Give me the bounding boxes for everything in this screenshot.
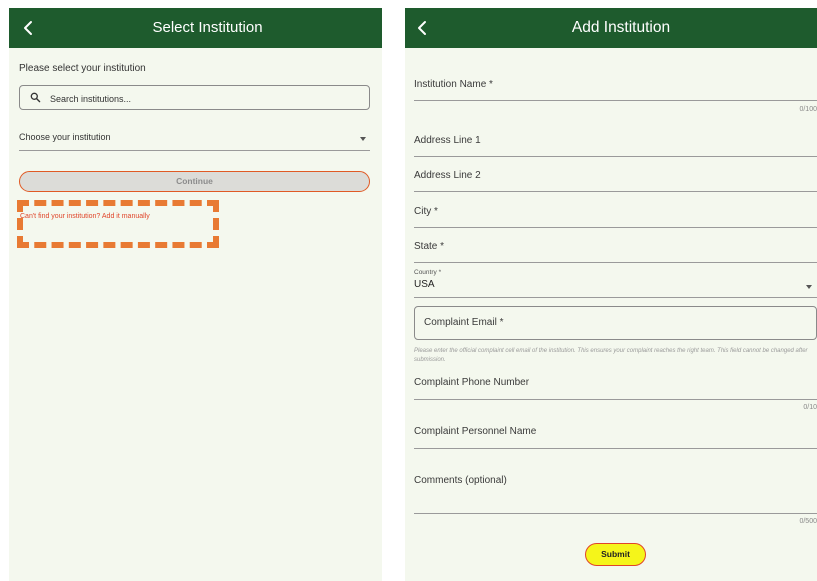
select-prompt: Please select your institution [19,63,146,74]
page-title: Add Institution [571,19,671,36]
page-title: Select Institution [152,19,263,36]
complaint-email-field[interactable]: Complaint Email * [414,306,817,340]
city-field[interactable]: City * [414,206,438,217]
complaint-personnel-field[interactable]: Complaint Personnel Name [414,426,536,437]
add-institution-screen: Add Institution Institution Name * 0/100… [405,8,817,581]
country-select[interactable]: USA [414,279,435,290]
continue-button[interactable]: Continue [19,171,370,192]
comments-underline [414,513,817,514]
complaint-phone-field[interactable]: Complaint Phone Number [414,377,529,388]
complaint-phone-counter: 0/10 [803,404,817,411]
institution-name-counter: 0/100 [799,106,817,113]
country-label: Country * [414,269,442,276]
add-manually-link[interactable]: Can't find your institution? Add it manu… [20,213,150,220]
search-input[interactable] [48,89,352,109]
caret-down-icon[interactable] [806,285,812,289]
state-field[interactable]: State * [414,241,444,252]
comments-counter: 0/500 [799,518,817,525]
complaint-phone-underline [414,399,817,400]
state-underline [414,262,817,263]
caret-down-icon [360,137,366,141]
app-bar: Add Institution [405,8,817,48]
submit-button[interactable]: Submit [585,543,646,566]
institution-name-underline [414,100,817,101]
comments-field[interactable]: Comments (optional) [414,475,507,486]
select-institution-screen: Select Institution Please select your in… [9,8,382,581]
address-line-1-underline [414,156,817,157]
complaint-personnel-underline [414,448,817,449]
address-line-2-underline [414,191,817,192]
address-line-1-field[interactable]: Address Line 1 [414,135,481,146]
dropdown-value: Choose your institution [19,132,111,142]
city-underline [414,227,817,228]
institution-dropdown[interactable]: Choose your institution [19,128,370,151]
app-bar: Select Institution [9,8,382,48]
institution-name-field[interactable]: Institution Name * [414,79,493,90]
highlight-box [17,200,219,248]
complaint-email-placeholder: Complaint Email * [424,317,504,328]
search-icon [30,92,41,103]
country-underline [414,297,817,298]
address-line-2-field[interactable]: Address Line 2 [414,170,481,181]
search-field[interactable] [19,85,370,110]
complaint-email-helper: Please enter the official complaint cell… [414,348,808,363]
